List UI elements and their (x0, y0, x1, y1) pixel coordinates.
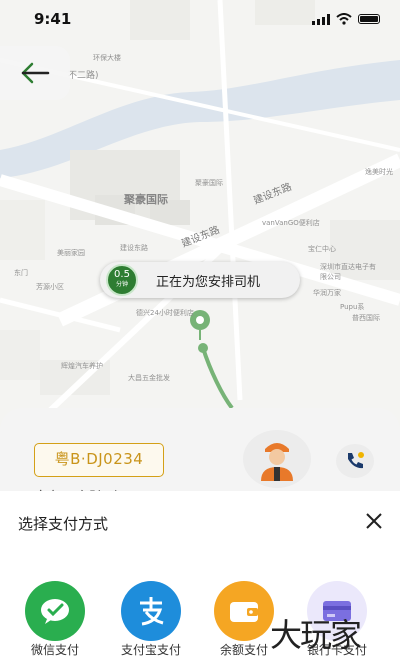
alipay-icon (121, 581, 181, 641)
arranging-driver-text: 正在为您安排司机 (156, 275, 261, 290)
status-time: 9:41 (34, 10, 72, 28)
wait-timer-badge: 0.5 分钟 (106, 264, 138, 296)
pay-option-wechat[interactable] (15, 581, 95, 641)
payment-sheet-title: 选择支付方式 (18, 515, 109, 533)
call-driver-button[interactable] (336, 444, 374, 478)
license-plate: 粤B·DJ0234 (34, 443, 164, 477)
battery-icon (358, 14, 380, 24)
back-button[interactable] (0, 46, 70, 100)
pay-option-label: 微信支付 (30, 643, 79, 657)
status-icons (312, 13, 380, 25)
driver-icon (261, 443, 293, 481)
pay-option-alipay[interactable] (111, 581, 191, 641)
signal-icon (312, 13, 330, 25)
wifi-icon (336, 13, 352, 25)
back-arrow-icon (21, 62, 50, 84)
status-bar: 9:41 (0, 0, 400, 40)
wait-timer-unit: 分钟 (115, 281, 128, 288)
wallet-icon (214, 581, 274, 641)
watermark-logo: 大玩家 (270, 616, 362, 654)
wechat-pay-icon (25, 581, 85, 641)
driver-avatar[interactable] (243, 430, 311, 488)
close-icon[interactable] (362, 509, 386, 533)
pay-option-label: 支付宝支付 (120, 643, 181, 657)
wait-timer-value: 0.5 (114, 269, 130, 280)
phone-icon (348, 452, 364, 469)
